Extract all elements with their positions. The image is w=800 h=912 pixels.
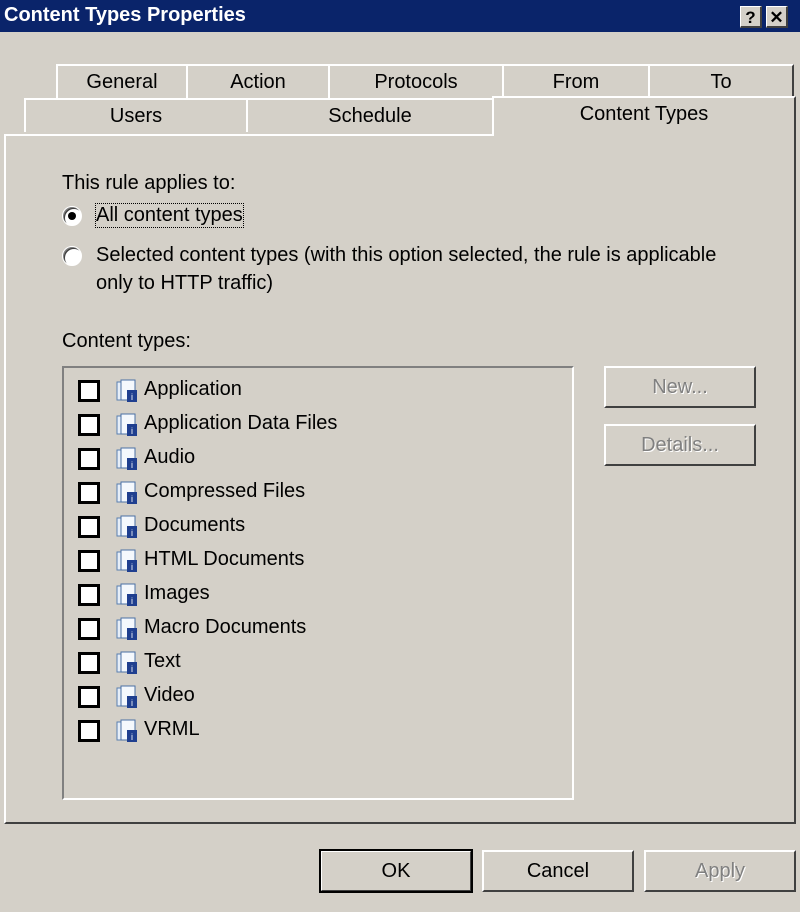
window-title: Content Types Properties <box>4 4 246 26</box>
file-type-icon: i <box>116 549 137 572</box>
radio-selected-label[interactable]: Selected content types (with this option… <box>96 244 716 267</box>
svg-text:i: i <box>131 664 133 674</box>
checkbox[interactable] <box>78 414 100 436</box>
list-item-label: Compressed Files <box>144 480 306 502</box>
radio-all-label[interactable]: All content types <box>95 203 244 228</box>
list-item-label: Documents <box>144 514 246 536</box>
checkbox[interactable] <box>78 482 100 504</box>
svg-text:i: i <box>131 426 133 436</box>
list-item-label: Audio <box>144 446 196 468</box>
tab-protocols[interactable]: Protocols <box>328 64 504 98</box>
list-item-label: Video <box>144 684 195 706</box>
checkbox[interactable] <box>78 652 100 674</box>
file-type-icon: i <box>116 379 137 402</box>
help-button[interactable]: ? <box>740 6 762 28</box>
list-item-label: HTML Documents <box>144 548 305 570</box>
list-item-label: Text <box>144 650 181 672</box>
file-type-icon: i <box>116 617 137 640</box>
tab-from[interactable]: From <box>502 64 650 98</box>
radio-all-content-types[interactable] <box>62 206 82 226</box>
details-button[interactable]: Details... <box>604 424 756 466</box>
list-item-label: Images <box>144 582 210 604</box>
dialog-window: Content Types Properties ? ✕ General Act… <box>0 0 800 912</box>
new-button[interactable]: New... <box>604 366 756 408</box>
file-type-icon: i <box>116 515 137 538</box>
checkbox[interactable] <box>78 584 100 606</box>
checkbox[interactable] <box>78 516 100 538</box>
tab-action[interactable]: Action <box>186 64 330 98</box>
radio-selected-content-types[interactable] <box>62 246 82 266</box>
tab-schedule[interactable]: Schedule <box>246 98 494 132</box>
svg-text:i: i <box>131 732 133 742</box>
file-type-icon: i <box>116 447 137 470</box>
svg-text:i: i <box>131 596 133 606</box>
list-item-label: Application Data Files <box>144 412 338 434</box>
file-type-icon: i <box>116 583 137 606</box>
tab-content-types[interactable]: Content Types <box>492 96 796 136</box>
file-type-icon: i <box>116 413 137 436</box>
tab-users[interactable]: Users <box>24 98 248 132</box>
file-type-icon: i <box>116 719 137 742</box>
list-item-label: Application <box>144 378 242 400</box>
radio-dot <box>68 212 76 220</box>
checkbox[interactable] <box>78 618 100 640</box>
file-type-icon: i <box>116 481 137 504</box>
cancel-button[interactable]: Cancel <box>482 850 634 892</box>
checkbox[interactable] <box>78 380 100 402</box>
applies-label: This rule applies to: <box>62 172 236 194</box>
tab-general[interactable]: General <box>56 64 188 98</box>
radio-selected-label-line2[interactable]: only to HTTP traffic) <box>96 272 273 295</box>
ok-button[interactable]: OK <box>319 849 473 893</box>
apply-button[interactable]: Apply <box>644 850 796 892</box>
checkbox[interactable] <box>78 448 100 470</box>
svg-text:i: i <box>131 562 133 572</box>
svg-text:i: i <box>131 630 133 640</box>
svg-text:i: i <box>131 528 133 538</box>
close-button[interactable]: ✕ <box>766 6 788 28</box>
content-types-label: Content types: <box>62 330 191 352</box>
svg-text:i: i <box>131 698 133 708</box>
tab-to[interactable]: To <box>648 64 794 98</box>
content-types-list[interactable]: i Application i Application Data Files i Audi… <box>62 366 574 800</box>
checkbox[interactable] <box>78 686 100 708</box>
svg-text:i: i <box>131 494 133 504</box>
list-item-label: VRML <box>144 718 200 740</box>
file-type-icon: i <box>116 651 137 674</box>
list-item-label: Macro Documents <box>144 616 307 638</box>
file-type-icon: i <box>116 685 137 708</box>
svg-text:i: i <box>131 460 133 470</box>
title-bar[interactable]: Content Types Properties ? ✕ <box>0 0 800 32</box>
checkbox[interactable] <box>78 550 100 572</box>
svg-text:i: i <box>131 392 133 402</box>
checkbox[interactable] <box>78 720 100 742</box>
